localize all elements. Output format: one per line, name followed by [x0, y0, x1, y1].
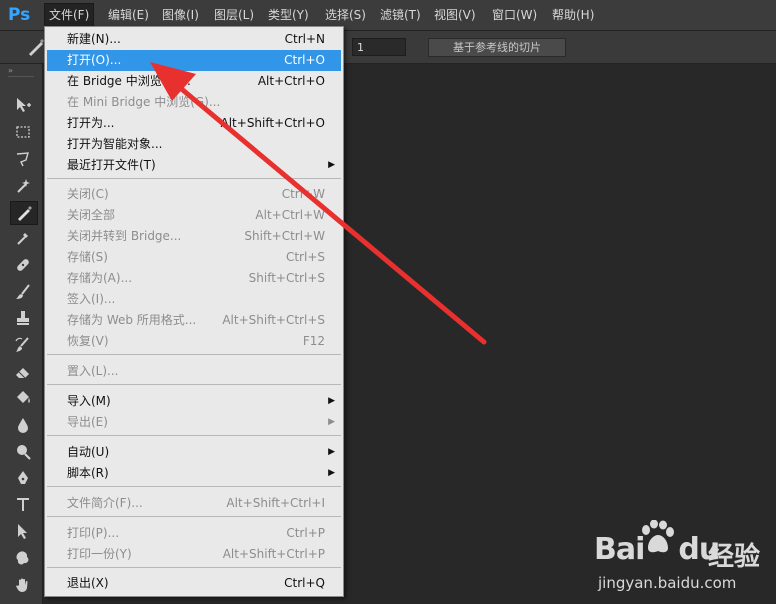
- menu-separator: [47, 354, 341, 355]
- menu-separator: [47, 516, 341, 517]
- menu-item-open-recent[interactable]: 最近打开文件(T) ▶: [47, 155, 341, 176]
- menu-separator: [47, 567, 341, 568]
- menu-separator: [47, 435, 341, 436]
- history-brush-tool-icon[interactable]: [10, 334, 36, 356]
- menu-edit[interactable]: 编辑(E): [104, 4, 153, 26]
- slice-tool-icon[interactable]: [10, 201, 38, 225]
- menu-item-file-info[interactable]: 文件简介(F)... Alt+Shift+Ctrl+I: [47, 493, 341, 514]
- menu-separator: [47, 178, 341, 179]
- photoshop-logo: Ps: [8, 5, 31, 25]
- menu-item-open-as[interactable]: 打开为... Alt+Shift+Ctrl+O: [47, 113, 341, 134]
- menu-item-check-in[interactable]: 签入(I)...: [47, 289, 341, 310]
- watermark-url: jingyan.baidu.com: [598, 574, 737, 592]
- menu-item-open[interactable]: 打开(O)... Ctrl+O: [47, 50, 341, 71]
- menu-item-import[interactable]: 导入(M) ▶: [47, 391, 341, 412]
- menu-filter[interactable]: 滤镜(T): [376, 4, 425, 26]
- brush-tool-icon[interactable]: [10, 281, 36, 303]
- menu-item-place[interactable]: 置入(L)...: [47, 361, 341, 382]
- file-menu-dropdown: 新建(N)... Ctrl+N 打开(O)... Ctrl+O 在 Bridge 中…: [44, 26, 344, 597]
- slices-from-guides-button[interactable]: 基于参考线的切片: [428, 38, 566, 57]
- menu-help[interactable]: 帮助(H): [548, 4, 598, 26]
- menu-image[interactable]: 图像(I): [158, 4, 203, 26]
- menu-separator: [47, 486, 341, 487]
- menu-item-print[interactable]: 打印(P)... Ctrl+P: [47, 523, 341, 544]
- submenu-arrow-icon: ▶: [328, 447, 335, 457]
- shape-tool-icon[interactable]: [10, 547, 36, 569]
- eraser-tool-icon[interactable]: [10, 361, 36, 383]
- move-tool-icon[interactable]: [10, 94, 36, 116]
- path-selection-tool-icon[interactable]: [10, 520, 36, 542]
- menu-item-close[interactable]: 关闭(C) Ctrl+W: [47, 184, 341, 205]
- menu-item-export[interactable]: 导出(E) ▶: [47, 412, 341, 433]
- marquee-tool-icon[interactable]: [10, 121, 36, 143]
- menu-item-close-all[interactable]: 关闭全部 Alt+Ctrl+W: [47, 205, 341, 226]
- menu-item-save-for-web[interactable]: 存储为 Web 所用格式... Alt+Shift+Ctrl+S: [47, 310, 341, 331]
- menu-item-save[interactable]: 存储(S) Ctrl+S: [47, 247, 341, 268]
- submenu-arrow-icon: ▶: [328, 417, 335, 427]
- paint-bucket-tool-icon[interactable]: [10, 387, 36, 409]
- toolbar-divider: [8, 76, 34, 77]
- blur-tool-icon[interactable]: [10, 414, 36, 436]
- menu-item-browse-in-mini-bridge[interactable]: 在 Mini Bridge 中浏览(G)...: [47, 92, 341, 113]
- menu-item-save-as[interactable]: 存储为(A)... Shift+Ctrl+S: [47, 268, 341, 289]
- clone-stamp-tool-icon[interactable]: [10, 307, 36, 329]
- menu-item-browse-in-bridge[interactable]: 在 Bridge 中浏览(B)... Alt+Ctrl+O: [47, 71, 341, 92]
- menu-type[interactable]: 类型(Y): [264, 4, 313, 26]
- panel-collapse-icon[interactable]: »: [8, 67, 22, 75]
- menu-item-revert[interactable]: 恢复(V) F12: [47, 331, 341, 352]
- magic-wand-tool-icon[interactable]: [10, 175, 36, 197]
- submenu-arrow-icon: ▶: [328, 160, 335, 170]
- eyedropper-tool-icon[interactable]: [10, 227, 36, 249]
- menu-item-exit[interactable]: 退出(X) Ctrl+Q: [47, 573, 341, 594]
- menu-item-new[interactable]: 新建(N)... Ctrl+N: [47, 29, 341, 50]
- menu-item-print-one-copy[interactable]: 打印一份(Y) Alt+Shift+Ctrl+P: [47, 544, 341, 565]
- menu-item-scripts[interactable]: 脚本(R) ▶: [47, 463, 341, 484]
- menu-file[interactable]: 文件(F): [44, 3, 95, 27]
- watermark-product: 经验: [708, 542, 761, 572]
- tools-panel: »: [0, 64, 43, 604]
- slice-count-field[interactable]: 1: [352, 38, 406, 56]
- menu-item-close-and-go-to-bridge[interactable]: 关闭并转到 Bridge... Shift+Ctrl+W: [47, 226, 341, 247]
- pen-tool-icon[interactable]: [10, 467, 36, 489]
- slice-tool-preset-icon[interactable]: [26, 37, 46, 57]
- menu-select[interactable]: 选择(S): [321, 4, 370, 26]
- menu-view[interactable]: 视图(V): [430, 4, 480, 26]
- submenu-arrow-icon: ▶: [328, 396, 335, 406]
- type-tool-icon[interactable]: [10, 493, 36, 515]
- baidu-jingyan-watermark: Bai du 经验 jingyan.baidu.com: [594, 520, 770, 598]
- watermark-brand: Bai du: [594, 532, 720, 567]
- dodge-tool-icon[interactable]: [10, 441, 36, 463]
- menu-window[interactable]: 窗口(W): [488, 4, 541, 26]
- submenu-arrow-icon: ▶: [328, 468, 335, 478]
- menu-separator: [47, 384, 341, 385]
- lasso-tool-icon[interactable]: [10, 148, 36, 170]
- menu-item-open-as-smart-object[interactable]: 打开为智能对象...: [47, 134, 341, 155]
- hand-tool-icon[interactable]: [10, 574, 36, 596]
- menu-layer[interactable]: 图层(L): [210, 4, 258, 26]
- menu-item-automate[interactable]: 自动(U) ▶: [47, 442, 341, 463]
- healing-brush-tool-icon[interactable]: [10, 254, 36, 276]
